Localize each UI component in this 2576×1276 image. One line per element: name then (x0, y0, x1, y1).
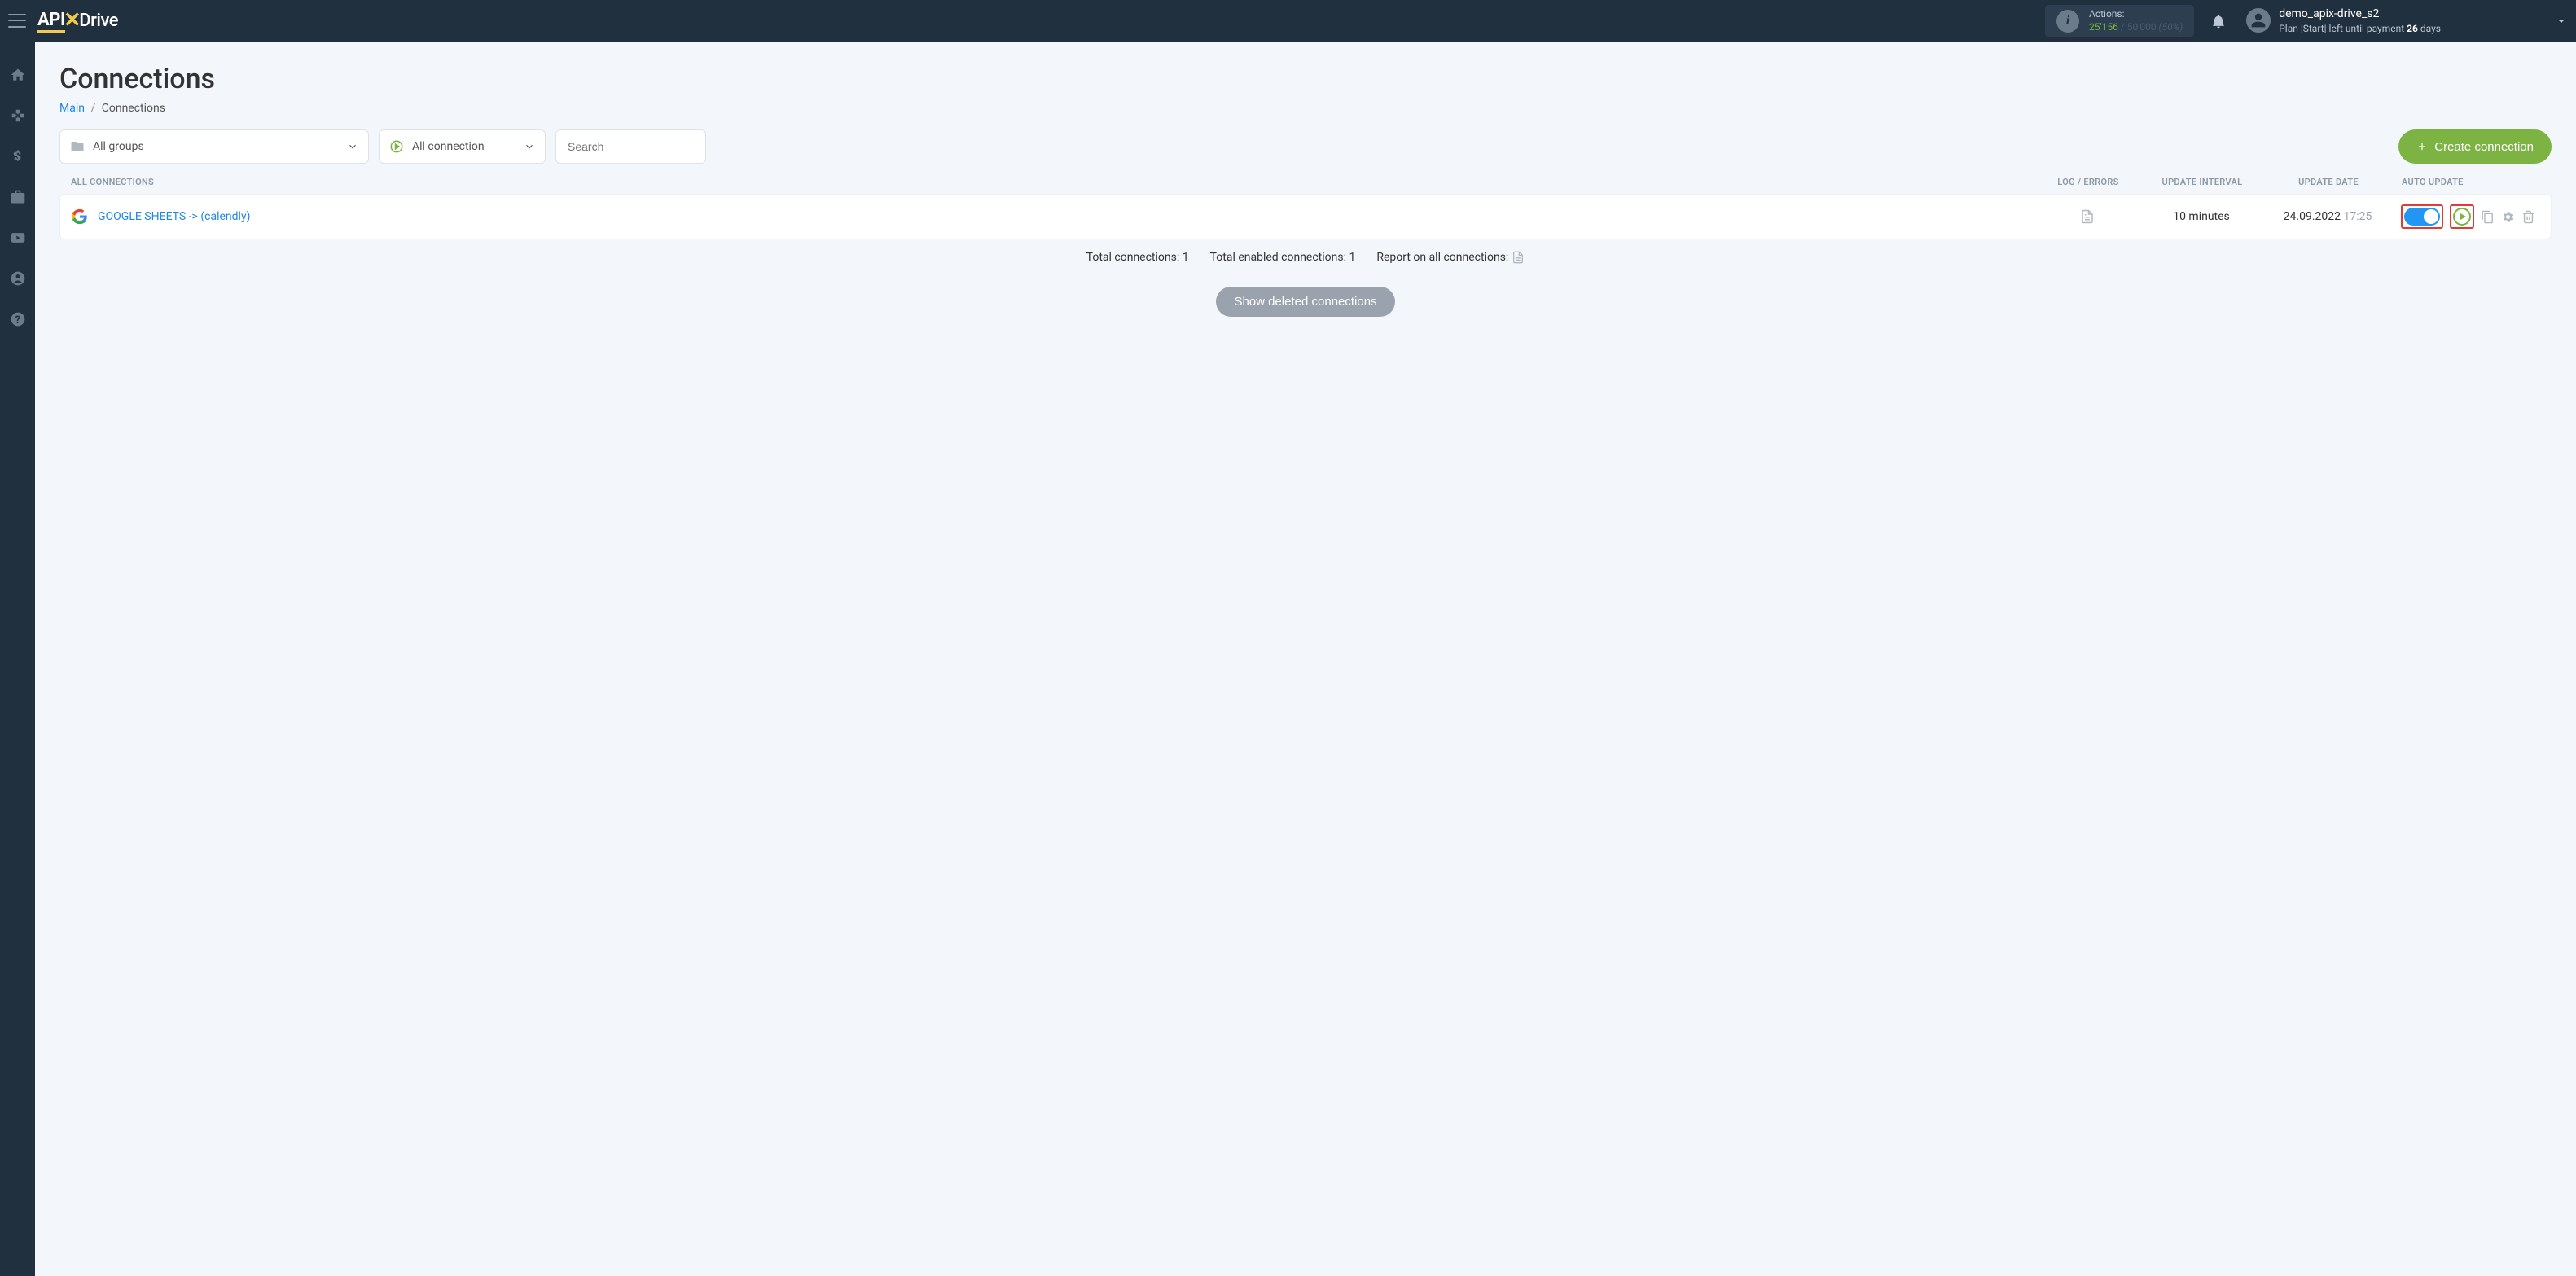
log-button[interactable] (2034, 209, 2140, 224)
enabled-connections: Total enabled connections: 1 (1210, 251, 1356, 264)
notifications-icon[interactable] (2210, 13, 2227, 29)
show-deleted-button[interactable]: Show deleted connections (1216, 287, 1394, 317)
gear-icon[interactable] (2501, 210, 2515, 224)
sidebar-video-icon[interactable] (9, 229, 27, 247)
actions-percent: (50%) (2159, 21, 2183, 33)
filters-row: All groups All connection Create connect… (59, 129, 2552, 164)
copy-icon[interactable] (2481, 210, 2495, 224)
sidebar-toolbox-icon[interactable] (9, 188, 27, 206)
svg-text:?: ? (15, 314, 20, 327)
chevron-down-icon (524, 141, 535, 152)
create-connection-label: Create connection (2434, 140, 2534, 154)
groups-select[interactable]: All groups (59, 129, 369, 164)
user-name: demo_apix-drive_s2 (2279, 7, 2441, 22)
svg-text:$: $ (14, 149, 21, 164)
col-head-interval: UPDATE INTERVAL (2141, 177, 2263, 187)
col-head-date: UPDATE DATE (2263, 177, 2394, 187)
update-date: 24.09.2022 17:25 (2262, 210, 2393, 223)
actions-label: Actions: (2089, 8, 2183, 21)
chevron-down-icon[interactable] (2555, 15, 2568, 28)
trash-icon[interactable] (2521, 210, 2535, 224)
update-interval: 10 minutes (2140, 210, 2262, 223)
table-header: ALL CONNECTIONS LOG / ERRORS UPDATE INTE… (59, 177, 2552, 194)
groups-label: All groups (93, 140, 347, 153)
chevron-down-icon (347, 141, 358, 152)
col-head-log: LOG / ERRORS (2035, 177, 2141, 187)
col-head-auto: AUTO UPDATE (2394, 177, 2540, 187)
user-plan: Plan |Start| left until payment 26 days (2279, 22, 2441, 35)
actions-total: 50'000 (2127, 21, 2157, 33)
sidebar-help-icon[interactable]: ? (9, 310, 27, 328)
report-all[interactable]: Report on all connections: (1376, 251, 1525, 264)
page-title: Connections (59, 63, 2552, 95)
user-avatar-icon (2246, 8, 2271, 33)
connection-row[interactable]: GOOGLE SHEETS -> (calendly) 10 minutes 2… (59, 194, 2552, 239)
total-connections: Total connections: 1 (1086, 251, 1189, 264)
user-menu[interactable]: demo_apix-drive_s2 Plan |Start| left unt… (2246, 7, 2441, 35)
sidebar: $ ? (0, 42, 35, 1276)
search-input[interactable] (555, 129, 706, 164)
connection-filter-label: All connection (412, 140, 524, 153)
actions-used: 25'156 (2089, 21, 2118, 33)
auto-update-highlight (2401, 204, 2443, 229)
top-header: API✕Drive i Actions: 25'156 / 50'000 (50… (0, 0, 2576, 42)
connection-filter-select[interactable]: All connection (379, 129, 546, 164)
google-icon (72, 208, 88, 225)
breadcrumb-main[interactable]: Main (59, 102, 85, 115)
run-now-button[interactable] (2453, 208, 2471, 226)
sidebar-account-icon[interactable] (9, 270, 27, 287)
create-connection-button[interactable]: Create connection (2398, 129, 2552, 164)
auto-update-toggle[interactable] (2404, 208, 2440, 226)
col-head-name: ALL CONNECTIONS (71, 177, 2035, 187)
plus-icon (2416, 141, 2428, 152)
menu-toggle-icon[interactable] (8, 12, 26, 30)
breadcrumb-current: Connections (102, 102, 165, 115)
summary-row: Total connections: 1 Total enabled conne… (59, 251, 2552, 264)
connection-name[interactable]: GOOGLE SHEETS -> (calendly) (98, 210, 2034, 223)
logo-drive: Drive (79, 11, 118, 31)
sidebar-connections-icon[interactable] (9, 107, 27, 125)
run-highlight (2450, 204, 2474, 229)
logo[interactable]: API✕Drive (37, 9, 118, 33)
logo-x-icon: ✕ (64, 8, 81, 33)
main-content: Connections Main / Connections All group… (35, 42, 2576, 338)
play-circle-icon (389, 139, 404, 154)
sidebar-home-icon[interactable] (9, 66, 27, 84)
actions-counter[interactable]: i Actions: 25'156 / 50'000 (50%) (2045, 5, 2194, 37)
info-icon: i (2056, 10, 2079, 33)
document-icon (1512, 251, 1525, 264)
logo-api: API (37, 10, 65, 30)
sidebar-billing-icon[interactable]: $ (9, 147, 27, 165)
breadcrumb: Main / Connections (59, 102, 2552, 115)
folder-icon (70, 139, 85, 154)
